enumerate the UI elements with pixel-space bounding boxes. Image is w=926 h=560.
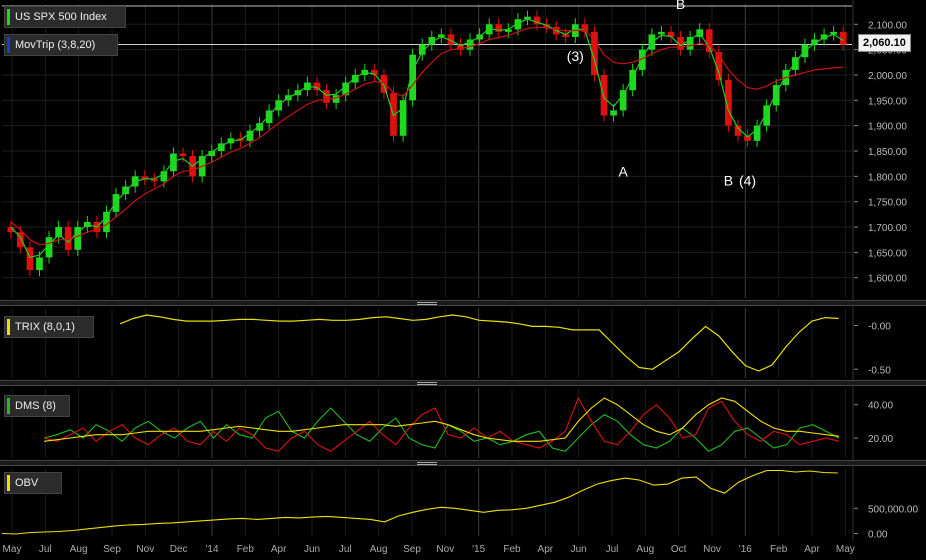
candle-body (36, 257, 43, 271)
y-tick-label: 1,700.00 (868, 223, 907, 234)
x-tick-label: Nov (703, 544, 721, 555)
candle-body (839, 31, 847, 45)
trix-line (119, 314, 839, 372)
x-tick-label: Sep (403, 544, 421, 555)
x-tick-label: Apr (538, 544, 554, 555)
candle-body (610, 110, 617, 116)
legend-trix[interactable]: TRIX (8,0,1) (4, 316, 94, 338)
candle-body (600, 74, 608, 116)
y-tick-label: 500,000.00 (868, 504, 918, 515)
chart-area: 2,100.002,050.002,000.001,950.001,900.00… (0, 0, 926, 560)
y-tick-label: 1,600.00 (868, 274, 907, 285)
candle-body (179, 153, 187, 157)
y-tick-label: 1,900.00 (868, 122, 907, 133)
y-tick-label: 1,650.00 (868, 248, 907, 259)
y-tick-label: 2,000.00 (868, 71, 907, 82)
candle-body (55, 227, 62, 238)
legend-dms[interactable]: DMS (8) (4, 395, 70, 417)
y-tick-label: 1,800.00 (868, 172, 907, 183)
candle-body (122, 186, 129, 195)
splitter-dms[interactable] (0, 380, 926, 386)
chart-svg: 2,100.002,050.002,000.001,950.001,900.00… (1, 0, 918, 555)
x-tick-label: May (3, 544, 22, 555)
x-tick-label: Aug (636, 544, 654, 555)
y-tick-label: 2,100.00 (868, 20, 907, 31)
splitter-obv[interactable] (0, 460, 926, 466)
candle-body (323, 90, 330, 103)
chart-annotation: B (676, 0, 685, 12)
candle-body (619, 90, 627, 111)
chart-annotation: A (618, 163, 628, 179)
chart-annotation: B (724, 172, 733, 188)
x-tick-label: Jun (571, 544, 587, 555)
x-tick-label: Nov (436, 544, 454, 555)
legend-spx-label: US SPX 500 Index (15, 11, 107, 23)
splitter-grip[interactable] (417, 382, 437, 385)
dms-line-0 (43, 407, 840, 452)
y-tick-label: 20.00 (868, 434, 893, 445)
trix-swatch (7, 319, 10, 335)
x-tick-label: Dec (170, 544, 188, 555)
legend-trix-label: TRIX (8,0,1) (15, 321, 75, 333)
candle-body (112, 194, 120, 212)
candle-body (380, 74, 388, 93)
y-tick-label: 0.00 (868, 529, 888, 540)
candle-body (753, 125, 761, 141)
x-tick-label: Sep (103, 544, 121, 555)
spx-swatch (7, 9, 10, 25)
movtrip-swatch (7, 37, 10, 53)
y-tick-label: -0.50 (868, 365, 891, 376)
x-tick-label: Jul (606, 544, 619, 555)
splitter-trix[interactable] (0, 300, 926, 306)
y-tick-label: 1,750.00 (868, 198, 907, 209)
obv-swatch (7, 475, 10, 491)
x-tick-label: Apr (804, 544, 820, 555)
candle-body (246, 130, 254, 141)
legend-obv-label: OBV (15, 477, 39, 489)
chart-annotation: (3) (567, 48, 584, 64)
splitter-grip[interactable] (417, 462, 437, 465)
legend-obv[interactable]: OBV (4, 472, 62, 494)
dms-line-1 (43, 396, 840, 452)
x-tick-label: Oct (671, 544, 687, 555)
x-tick-label: Jul (39, 544, 52, 555)
legend-spx[interactable]: US SPX 500 Index (4, 6, 126, 28)
chart-annotation: (4) (739, 172, 756, 188)
x-tick-label: Aug (70, 544, 88, 555)
last-price-badge: 2,060.10 (858, 34, 911, 52)
x-tick-label: '16 (739, 544, 752, 555)
legend-movtrip[interactable]: MovTrip (3,8,20) (4, 34, 118, 56)
x-tick-label: Apr (271, 544, 287, 555)
legend-dms-label: DMS (8) (15, 400, 56, 412)
splitter-grip[interactable] (417, 302, 437, 305)
candle-body (160, 171, 168, 182)
x-tick-label: May (836, 544, 855, 555)
candle-body (658, 31, 665, 35)
candle-body (170, 153, 177, 172)
dms-swatch (7, 398, 10, 414)
x-tick-label: Jul (339, 544, 352, 555)
y-tick-label: 40.00 (868, 401, 893, 412)
candle-body (705, 29, 713, 53)
y-tick-label: 1,850.00 (868, 147, 907, 158)
x-tick-label: Jun (304, 544, 320, 555)
x-tick-label: Feb (503, 544, 521, 555)
legend-movtrip-label: MovTrip (3,8,20) (15, 39, 96, 51)
x-tick-label: Feb (237, 544, 255, 555)
x-tick-label: '14 (205, 544, 218, 555)
candle-body (275, 100, 283, 111)
y-tick-label: 1,950.00 (868, 96, 907, 107)
x-tick-label: '15 (472, 544, 485, 555)
y-tick-label: -0.00 (868, 322, 891, 333)
x-tick-label: Nov (136, 544, 154, 555)
x-tick-label: Feb (770, 544, 788, 555)
candle-body (26, 247, 34, 271)
x-tick-label: Aug (370, 544, 388, 555)
dms-line-2 (43, 397, 840, 442)
